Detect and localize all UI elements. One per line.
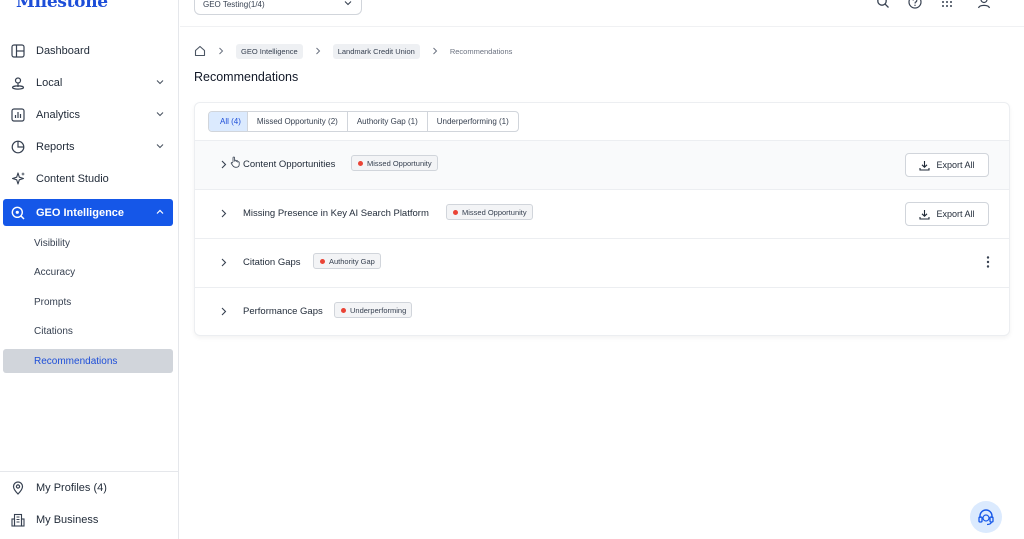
ai-headset-icon — [978, 509, 994, 526]
status-dot — [453, 209, 458, 215]
tab-missed-opportunity[interactable]: Missed Opportunity (2) — [248, 112, 348, 131]
search-icon[interactable] — [876, 0, 890, 9]
download-icon — [919, 209, 931, 220]
tab-all[interactable]: All (4) — [209, 112, 248, 131]
sidebar-item-label: Dashboard — [36, 44, 90, 57]
sidebar-subitem-citations[interactable]: Citations — [3, 319, 173, 343]
export-all-button[interactable]: Export All — [905, 153, 989, 177]
recommendations-card: All (4) Missed Opportunity (2) Authority… — [194, 102, 1010, 336]
export-all-label: Export All — [936, 209, 975, 219]
sidebar-item-my-profiles[interactable]: My Profiles (4) — [3, 474, 173, 501]
building-icon — [10, 512, 26, 528]
sidebar-item-reports[interactable]: Reports — [3, 133, 173, 160]
chevron-right-icon[interactable] — [219, 307, 228, 316]
sidebar-item-dashboard[interactable]: Dashboard — [3, 37, 173, 64]
row-title: Missing Presence in Key AI Search Platfo… — [243, 208, 429, 219]
geo-intelligence-icon — [10, 205, 26, 221]
sidebar-subitem-visibility[interactable]: Visibility — [3, 231, 173, 255]
chevron-right-icon[interactable] — [219, 160, 228, 169]
dashboard-icon — [10, 43, 26, 59]
ai-assistant-button[interactable] — [970, 501, 1002, 533]
topbar: GEO Testing(1/4) — [180, 0, 1024, 27]
breadcrumb-item[interactable]: GEO Intelligence — [236, 43, 303, 59]
chevron-down-icon — [344, 1, 352, 6]
breadcrumb: GEO Intelligence Landmark Credit Union R… — [194, 43, 513, 59]
status-badge: Authority Gap — [313, 253, 381, 269]
tab-underperforming[interactable]: Underperforming (1) — [428, 112, 518, 131]
download-icon — [919, 160, 931, 171]
home-icon[interactable] — [194, 45, 206, 57]
status-badge-label: Underperforming — [350, 305, 407, 315]
row-title: Performance Gaps — [243, 306, 323, 317]
status-dot — [320, 258, 325, 264]
sidebar-item-local[interactable]: Local — [3, 69, 173, 96]
sparkles-icon — [10, 171, 26, 187]
chevron-right-icon — [315, 47, 320, 55]
chevron-down-icon — [156, 80, 164, 85]
filter-tabs: All (4) Missed Opportunity (2) Authority… — [208, 111, 519, 132]
app-logo[interactable]: Milestone — [16, 0, 108, 12]
status-badge: Missed Opportunity — [446, 204, 533, 220]
sidebar-item-label: Content Studio — [36, 172, 109, 185]
chevron-right-icon — [219, 47, 224, 55]
tab-authority-gap[interactable]: Authority Gap (1) — [348, 112, 428, 131]
sidebar-subitem-prompts[interactable]: Prompts — [3, 290, 173, 314]
more-options-icon[interactable] — [985, 255, 991, 269]
sidebar-subitem-label: Recommendations — [34, 355, 118, 367]
sidebar-subitem-label: Citations — [34, 325, 73, 337]
sidebar-subitem-label: Accuracy — [34, 266, 76, 278]
status-dot — [341, 307, 346, 313]
sidebar-item-label: My Profiles (4) — [36, 481, 107, 494]
help-icon[interactable] — [908, 0, 922, 9]
pie-chart-icon — [10, 139, 26, 155]
project-select-value: GEO Testing(1/4) — [203, 0, 265, 9]
sidebar: Milestone Dashboard Local Analytics Repo… — [0, 0, 179, 539]
sidebar-subitem-recommendations[interactable]: Recommendations — [3, 349, 173, 373]
hand-cursor-icon — [230, 156, 240, 168]
sidebar-item-analytics[interactable]: Analytics — [3, 101, 173, 128]
status-badge: Missed Opportunity — [351, 155, 438, 171]
sidebar-item-label: Reports — [36, 140, 75, 153]
sidebar-item-geo-intelligence[interactable]: GEO Intelligence — [3, 199, 173, 226]
recommendation-row[interactable]: Content Opportunities Missed Opportunity… — [195, 141, 1009, 190]
recommendation-row[interactable]: Citation Gaps Authority Gap — [195, 239, 1009, 288]
sidebar-item-content-studio[interactable]: Content Studio — [3, 165, 173, 192]
export-all-button[interactable]: Export All — [905, 202, 989, 226]
sidebar-item-my-business[interactable]: My Business — [3, 506, 173, 533]
status-badge-label: Missed Opportunity — [367, 158, 432, 168]
row-title: Content Opportunities — [243, 159, 336, 170]
chevron-up-icon — [156, 209, 164, 214]
user-icon[interactable] — [977, 0, 991, 9]
export-all-label: Export All — [936, 160, 975, 170]
chevron-down-icon — [156, 112, 164, 117]
recommendation-row[interactable]: Missing Presence in Key AI Search Platfo… — [195, 190, 1009, 239]
sidebar-subitem-accuracy[interactable]: Accuracy — [3, 260, 173, 284]
analytics-icon — [10, 107, 26, 123]
divider — [0, 471, 179, 472]
recommendation-row[interactable]: Performance Gaps Underperforming — [195, 288, 1009, 337]
chevron-down-icon — [156, 144, 164, 149]
row-title: Citation Gaps — [243, 257, 301, 268]
page-title: Recommendations — [194, 70, 299, 84]
project-select[interactable]: GEO Testing(1/4) — [194, 0, 362, 15]
breadcrumb-item[interactable]: Landmark Credit Union — [332, 43, 420, 59]
status-badge-label: Authority Gap — [329, 256, 375, 266]
status-badge-label: Missed Opportunity — [462, 207, 527, 217]
chevron-right-icon[interactable] — [219, 258, 228, 267]
sidebar-item-label: Analytics — [36, 108, 81, 121]
status-badge: Underperforming — [334, 302, 413, 318]
chevron-right-icon[interactable] — [219, 209, 228, 218]
sidebar-item-label: Local — [36, 76, 63, 89]
breadcrumb-current: Recommendations — [449, 46, 513, 56]
sidebar-subitem-label: Prompts — [34, 296, 72, 308]
sidebar-subitem-label: Visibility — [34, 237, 70, 249]
apps-grid-icon[interactable] — [940, 0, 954, 9]
sidebar-item-label: GEO Intelligence — [36, 206, 125, 219]
location-pin-icon — [10, 480, 26, 496]
chevron-right-icon — [432, 47, 438, 55]
location-pin-icon — [10, 75, 26, 91]
status-dot — [358, 160, 363, 166]
sidebar-item-label: My Business — [36, 513, 99, 526]
